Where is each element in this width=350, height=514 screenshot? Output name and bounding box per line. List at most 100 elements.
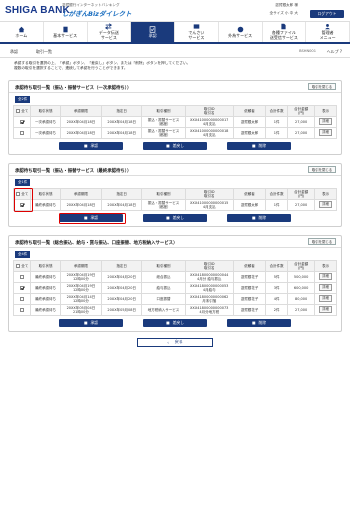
action-buttons: ■ 承認 ■ 差戻し ■ 削除 [13, 141, 337, 150]
row-checkbox[interactable] [20, 119, 25, 124]
approve-icon: ■ [83, 320, 88, 326]
row-count-badge: 全4件 [15, 250, 31, 258]
count-cell: 1件 [265, 198, 289, 211]
approve-button[interactable]: ■ 承認 [59, 141, 123, 150]
page-title: 取引一覧 [36, 49, 52, 54]
row-checkbox[interactable] [20, 296, 25, 301]
row-select-cell[interactable] [12, 126, 32, 139]
delete-button[interactable]: ■ 削除 [227, 213, 291, 222]
status-cell: 最終承認待ち [30, 198, 61, 211]
row-checkbox[interactable] [20, 130, 25, 135]
back-button[interactable]: ‹ 戻る [137, 337, 213, 347]
section-body: 全2件 全て 取引状態 承認期限 指定日 取引種別 取引ID 取引名 依頼者 合計件数 合計金額… [9, 93, 341, 154]
select-all-checkbox[interactable] [16, 263, 21, 268]
status-cell: 最終承認待ち [30, 303, 61, 316]
send-back-button[interactable]: ■ 差戻し [143, 141, 207, 150]
row-select-cell[interactable] [12, 303, 32, 316]
nav-item-home[interactable]: ホーム [0, 22, 44, 42]
select-all-header[interactable]: 全て [12, 104, 32, 117]
header-label: 全て [21, 263, 29, 268]
detail-button[interactable]: 詳細 [319, 284, 332, 292]
nav-item-densai[interactable]: でんさい サービス [175, 22, 219, 42]
transaction-id-cell: XXX41000000000018 4月支払 [184, 126, 234, 139]
row-count-badge: 全2件 [15, 95, 31, 103]
column-header: 表示 [314, 187, 337, 200]
transaction-id-cell: XXX41000000000017 4月支払 [184, 115, 234, 128]
deadline-cell: 20XX年04月19日 12時00分 [59, 281, 103, 294]
type-cell: 口座振替 [141, 292, 186, 305]
deadline-cell: 20XX年04月14日 12時00分 [59, 292, 103, 305]
row-select-cell[interactable] [12, 115, 32, 128]
send-back-button[interactable]: ■ 差戻し [143, 318, 207, 327]
screen-id: BSHN001 [299, 49, 316, 53]
detail-cell: 詳細 [314, 115, 337, 128]
section-title: 承認待ち取引一覧（振込・振替サービス（一次承認待ち）） [15, 85, 132, 91]
return-icon: ■ [166, 143, 170, 149]
help-link[interactable]: ヘルプ ? [327, 49, 342, 55]
font-size-selector[interactable]: 全サイズ 小 中 大 [270, 11, 298, 16]
nav-label: 基本サービス [53, 32, 78, 38]
nav-item-admin[interactable]: 管理者 メニュー [306, 22, 350, 42]
table-row: 最終承認待ち 20XX年04月19日 12時00分 20XX年04月20日 給与振込 X… [12, 281, 337, 294]
column-header: 表示 [314, 259, 337, 272]
nav-item-data[interactable]: データ伝送 サービス [88, 22, 132, 42]
column-header: 依頼者 [232, 259, 267, 272]
collapse-button[interactable]: 取引を閉じる [308, 238, 336, 246]
approve-icon: ■ [83, 143, 88, 149]
type-cell: 給与振込 [141, 281, 186, 294]
transactions-table: 全て 取引状態 承認期限 指定日 取引種別 取引ID 取引名 依頼者 合計件数 合計金額 (円)… [12, 104, 337, 139]
status-cell: 一次承認待ち [30, 115, 61, 128]
detail-button[interactable]: 詳細 [319, 118, 332, 126]
row-checkbox[interactable] [20, 307, 25, 312]
header-label: 全て [21, 108, 29, 113]
requester-cell: 滋賀銀花子 [232, 303, 267, 316]
approve-button[interactable]: ■ 承認 [59, 318, 123, 327]
table-header-row: 全て 取引状態 承認期限 指定日 取引種別 取引ID 取引名 依頼者 合計件数 合計金額 (円)… [12, 259, 337, 272]
collapse-button[interactable]: 取引を閉じる [308, 83, 336, 91]
nav-item-approve[interactable]: 承認 [131, 22, 175, 42]
nav-item-basic[interactable]: 基本サービス [44, 22, 88, 42]
nav-item-files[interactable]: 各種ファイル 送受信サービス [263, 22, 307, 42]
delete-button[interactable]: ■ 削除 [227, 318, 291, 327]
button-label: 削除 [258, 214, 267, 220]
section-header: 承認待ち取引一覧（総合振込、給与・賞与振込、口座振替、地方税納入サービス） 取引を… [9, 236, 341, 248]
type-cell: 振込・振替サービス （都度） [141, 198, 186, 211]
date-cell: 20XX年04月20日 [101, 270, 143, 283]
detail-button[interactable]: 詳細 [319, 129, 332, 137]
count-cell: 5件 [265, 270, 289, 283]
column-header: 指定日 [101, 104, 143, 117]
column-header: 依頼者 [232, 104, 267, 117]
delete-button[interactable]: ■ 削除 [227, 141, 291, 150]
detail-button[interactable]: 詳細 [319, 201, 332, 209]
collapse-button[interactable]: 取引を閉じる [308, 166, 336, 174]
logout-button[interactable]: ログアウト [310, 10, 344, 18]
column-header: 承認期限 [59, 187, 103, 200]
row-checkbox[interactable] [20, 285, 25, 290]
table-row: 最終承認待ち 20XX年04月14日 12時00分 20XX年04月20日 口座振替 X… [12, 292, 337, 305]
home-icon [18, 26, 25, 33]
detail-button[interactable]: 詳細 [319, 295, 332, 303]
status-cell: 最終承認待ち [30, 292, 61, 305]
transactions-table: 全て 取引状態 承認期限 指定日 取引種別 取引ID 取引名 依頼者 合計件数 合計金額 (円)… [12, 187, 337, 211]
count-cell: 1件 [265, 126, 289, 139]
delete-icon: ■ [251, 320, 256, 326]
detail-cell: 詳細 [314, 270, 337, 283]
detail-button[interactable]: 詳細 [319, 273, 332, 281]
column-header: 合計金額 (円) [287, 104, 316, 117]
select-all-checkbox[interactable] [16, 108, 21, 113]
detail-button[interactable]: 詳細 [319, 306, 332, 314]
send-back-button[interactable]: ■ 差戻し [143, 213, 207, 222]
nav-item-forex[interactable]: 外為サービス [219, 22, 263, 42]
row-checkbox[interactable] [20, 274, 25, 279]
table-row: 最終承認待ち 20XX年04月18日 20XX年04月18日 振込・振替サービス （都… [12, 198, 337, 211]
nav-label: 承認 [148, 32, 157, 38]
detail-cell: 詳細 [314, 292, 337, 305]
row-select-cell[interactable] [12, 270, 32, 283]
row-select-cell[interactable] [12, 292, 32, 305]
help-label: ヘルプ [326, 49, 339, 54]
select-all-header[interactable]: 全て [12, 259, 32, 272]
bank-logo[interactable]: SHIGA BANK [5, 5, 70, 16]
amount-cell: 500,000 [287, 270, 316, 283]
amount-cell: 27,000 [287, 198, 316, 211]
row-select-cell[interactable] [12, 281, 32, 294]
